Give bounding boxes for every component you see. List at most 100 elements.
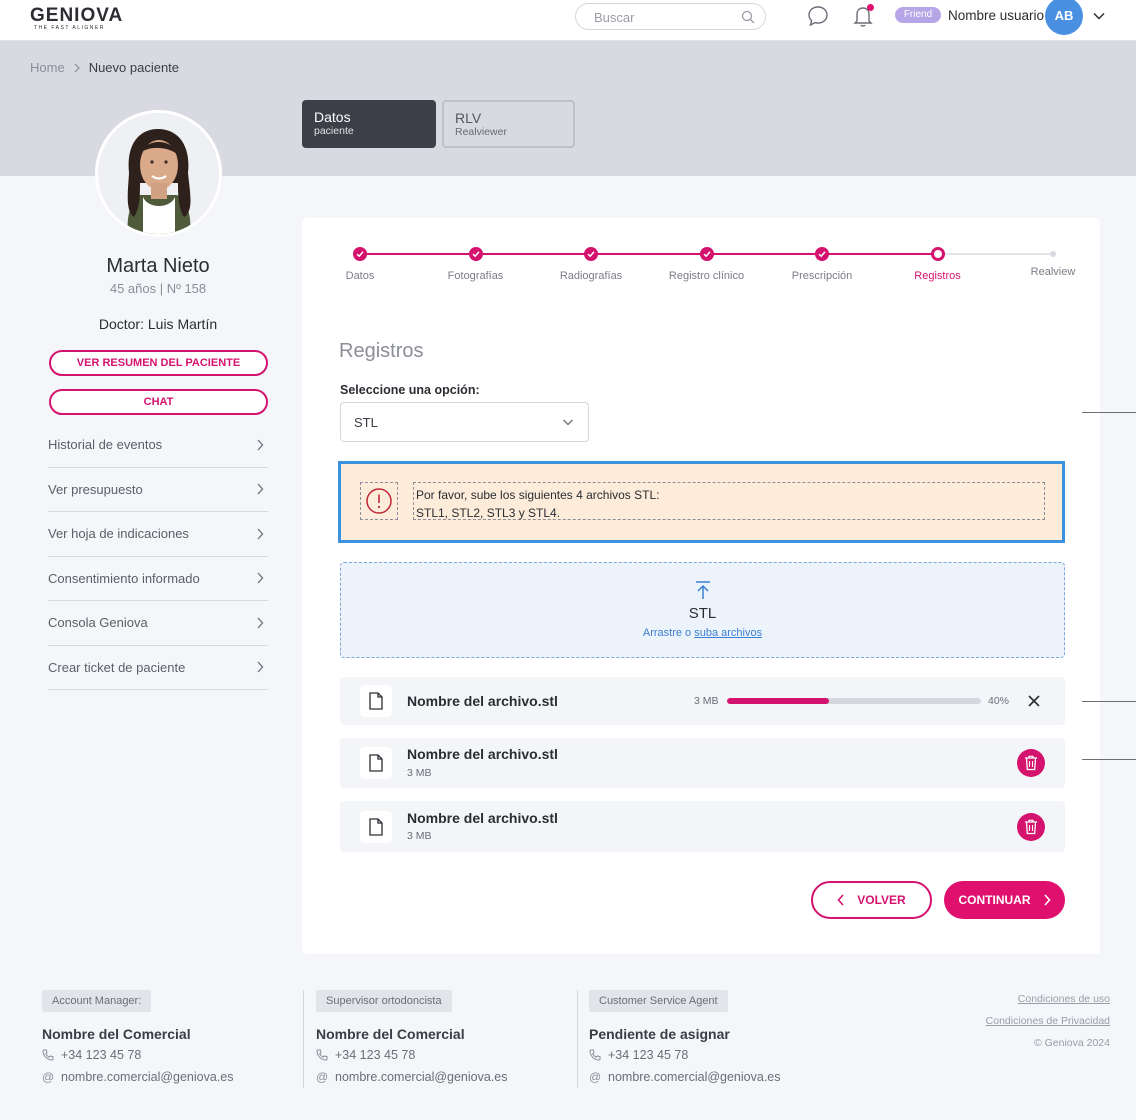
stl-required-alert: Por favor, sube los siguientes 4 archivo… [338,461,1065,543]
contact-phone-text: +34 123 45 78 [335,1048,416,1062]
logo-wordmark: GENIOVA [30,5,124,26]
select-value: STL [354,415,378,430]
top-bar: GENIOVA THE FAST ALIGNER Friend Nombre u… [0,0,1136,41]
section-title: Registros [339,340,424,362]
upload-progress-bar [727,698,981,704]
side-menu-label: Ver presupuesto [48,481,143,497]
at-icon: @ [316,1070,329,1084]
notification-dot [867,4,874,11]
chevron-right-icon [257,439,264,451]
user-avatar[interactable]: AB [1045,0,1083,35]
step-label: Registros [914,270,961,282]
view-patient-summary-button[interactable]: VER RESUMEN DEL PACIENTE [49,350,268,376]
terms-link[interactable]: Condiciones de uso [1018,993,1110,1005]
contact-email[interactable]: @ nombre.comercial@geniova.es [589,1070,781,1084]
contact-phone[interactable]: +34 123 45 78 [589,1048,688,1062]
side-menu-item-consentimiento[interactable]: Consentimiento informado [48,557,268,601]
contact-role: Supervisor ortodoncista [316,990,452,1012]
step-check-icon [699,247,714,261]
step-dot [930,247,945,261]
contact-email-text: nombre.comercial@geniova.es [608,1070,781,1084]
breadcrumb-home[interactable]: Home [30,60,65,75]
option-select[interactable]: STL [340,402,589,442]
file-name: Nombre del archivo.stl [407,693,558,709]
geniova-logo[interactable]: GENIOVA THE FAST ALIGNER [30,6,123,31]
footer-contact-customer-service: Customer Service Agent Pendiente de asig… [577,990,837,1088]
file-row-uploading: Nombre del archivo.stl 3 MB 40% [340,677,1065,725]
footer-contact-supervisor: Supervisor ortodoncista Nombre del Comer… [304,990,564,1088]
upload-files-link[interactable]: suba archivos [694,627,762,639]
at-icon: @ [589,1070,602,1084]
select-label: Seleccione una opción: [340,383,480,397]
contact-role: Account Manager: [42,990,152,1012]
file-name: Nombre del archivo.stl [407,810,558,826]
phone-icon [316,1049,328,1061]
search-icon[interactable] [741,10,755,24]
file-dropzone[interactable]: STL Arrastre o suba archivos [340,562,1065,658]
contact-email[interactable]: @ nombre.comercial@geniova.es [42,1070,234,1084]
side-menu-item-indicaciones[interactable]: Ver hoja de indicaciones [48,512,268,557]
contact-email-text: nombre.comercial@geniova.es [335,1070,508,1084]
step-realview[interactable]: Realview [1003,244,1103,278]
step-prescripción[interactable]: Prescripción [772,244,872,282]
chevron-right-icon [257,617,264,629]
chat-button[interactable]: CHAT [49,389,268,415]
tab-rlv-realviewer[interactable]: RLV Realviewer [442,100,575,148]
step-registros[interactable]: Registros [888,244,988,282]
file-icon [369,754,383,772]
side-menu-label: Historial de eventos [48,437,163,453]
delete-file-button[interactable] [1017,813,1045,841]
chevron-right-icon [257,528,264,540]
alert-text: Por favor, sube los siguientes 4 archivo… [413,482,1045,520]
delete-file-button[interactable] [1017,749,1045,777]
cancel-upload-icon[interactable] [1026,693,1042,709]
dropzone-title: STL [688,605,717,622]
chat-bubble-icon[interactable] [806,4,830,28]
step-check-icon [468,247,483,261]
side-menu-label: Crear ticket de paciente [48,659,186,675]
contact-name: Pendiente de asignar [589,1026,730,1042]
privacy-link[interactable]: Condiciones de Privacidad [986,1015,1110,1027]
step-radiografías[interactable]: Radiografías [541,244,641,282]
step-label: Radiografías [559,270,623,282]
continue-button[interactable]: CONTINUAR [944,881,1065,919]
search-input[interactable] [594,9,734,25]
contact-email-text: nombre.comercial@geniova.es [61,1070,234,1084]
step-datos[interactable]: Datos [310,244,410,282]
tab-subtitle: paciente [314,125,354,137]
file-icon-box [360,685,392,717]
file-size: 3 MB [694,695,719,707]
patient-doctor: Doctor: Luis Martín [98,316,218,332]
chevron-right-icon [1043,894,1051,906]
file-row-uploaded: Nombre del archivo.stl 3 MB [340,738,1065,788]
breadcrumb-current: Nuevo paciente [88,60,180,75]
side-menu-item-consola[interactable]: Consola Geniova [48,601,268,646]
back-button[interactable]: VOLVER [811,881,932,919]
contact-phone[interactable]: +34 123 45 78 [42,1048,141,1062]
side-menu-label: Ver hoja de indicaciones [48,526,189,542]
upload-icon [696,581,710,599]
side-menu-item-historial[interactable]: Historial de eventos [48,423,268,468]
user-name[interactable]: Nombre usuario [948,8,1044,23]
footer-contact-account-manager: Account Manager: Nombre del Comercial +3… [30,990,290,1088]
tab-datos-paciente[interactable]: Datos paciente [302,100,436,148]
tab-title: Datos [314,109,351,125]
continue-button-label: CONTINUAR [958,893,1031,907]
annotation-line [1082,759,1136,760]
chevron-down-icon[interactable] [1092,9,1106,23]
file-icon [369,818,383,836]
contact-phone[interactable]: +34 123 45 78 [316,1048,415,1062]
contact-name: Nombre del Comercial [316,1026,465,1042]
patient-portrait-image [98,113,219,234]
side-menu-item-ticket[interactable]: Crear ticket de paciente [48,646,268,690]
step-check-icon [584,247,598,261]
trash-icon [1025,819,1037,835]
chevron-left-icon [837,894,844,906]
contact-email[interactable]: @ nombre.comercial@geniova.es [316,1070,508,1084]
trash-icon [1025,755,1037,771]
upload-progress-percent: 40% [988,695,1010,707]
side-menu-item-presupuesto[interactable]: Ver presupuesto [48,468,268,512]
chevron-down-icon [563,419,573,426]
step-registro-clínico[interactable]: Registro clínico [657,244,757,282]
step-fotografías[interactable]: Fotografías [426,244,526,282]
